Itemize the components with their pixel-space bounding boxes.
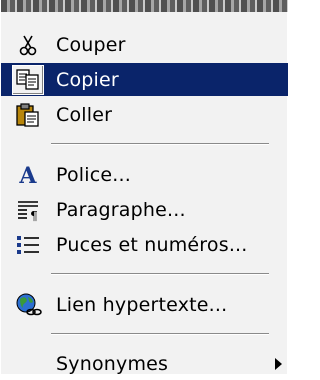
menu-item-copy[interactable]: Copier xyxy=(1,63,288,96)
menu-separator xyxy=(51,143,269,145)
menu-item-label: Coller xyxy=(56,103,113,126)
submenu-arrow-icon xyxy=(275,358,282,370)
menu-separator xyxy=(51,273,269,275)
menu-item-label: Copier xyxy=(56,68,119,91)
menu-item-label: Synonymes xyxy=(56,352,169,375)
svg-text:A: A xyxy=(18,163,37,187)
menu-item-synonyms[interactable]: Synonymes xyxy=(1,347,288,380)
menu-item-paste[interactable]: Coller xyxy=(1,98,288,131)
paragraph-icon: ¶ xyxy=(13,196,43,224)
menu-item-label: Puces et numéros... xyxy=(56,233,248,256)
menu-top-edge xyxy=(1,0,288,12)
context-menu: Couper Copier Coller A Police... ¶ Parag… xyxy=(0,0,288,375)
menu-item-label: Paragraphe... xyxy=(56,198,186,221)
svg-text:¶: ¶ xyxy=(30,209,38,222)
bullets-icon xyxy=(13,231,43,259)
menu-separator xyxy=(51,333,269,335)
copy-icon xyxy=(12,65,44,95)
paste-icon xyxy=(13,101,43,129)
menu-item-label: Lien hypertexte... xyxy=(56,293,228,316)
menu-item-paragraph[interactable]: ¶ Paragraphe... xyxy=(1,193,288,226)
menu-item-cut[interactable]: Couper xyxy=(1,28,288,61)
menu-item-bullets-numbering[interactable]: Puces et numéros... xyxy=(1,228,288,261)
font-icon: A xyxy=(13,161,43,189)
scissors-icon xyxy=(13,31,43,59)
hyperlink-globe-icon xyxy=(13,291,43,319)
menu-item-hyperlink[interactable]: Lien hypertexte... xyxy=(1,288,288,321)
menu-item-font[interactable]: A Police... xyxy=(1,158,288,191)
menu-item-label: Couper xyxy=(56,33,126,56)
menu-item-label: Police... xyxy=(56,163,132,186)
